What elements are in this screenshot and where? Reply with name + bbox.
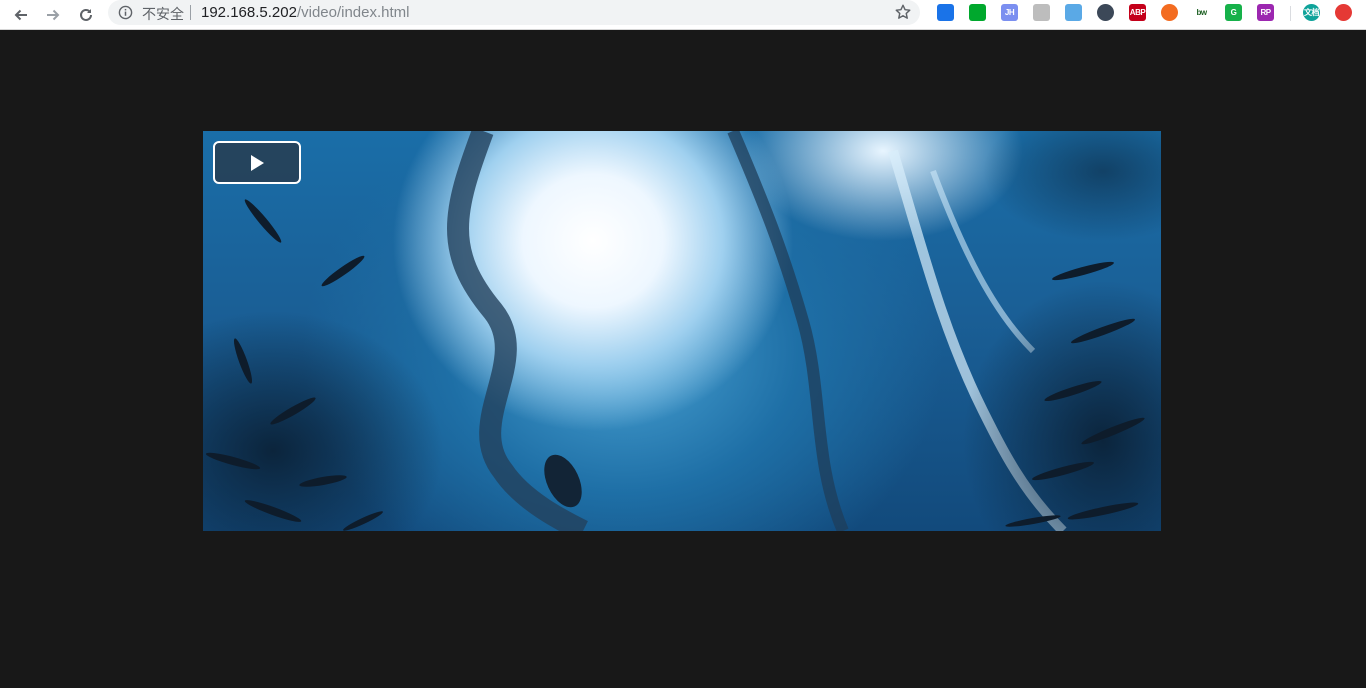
bookmark-star-icon[interactable] bbox=[894, 3, 912, 21]
browser-toolbar: 不安全 192.168.5.202/video/index.html JH ABP… bbox=[0, 0, 1366, 30]
arrow-right-icon bbox=[47, 9, 60, 21]
extension-icon-9[interactable]: bw bbox=[1193, 4, 1210, 21]
play-icon bbox=[251, 154, 264, 171]
extension-icon-6[interactable] bbox=[1097, 4, 1114, 21]
extensions-divider bbox=[1290, 6, 1291, 21]
extension-icon-3[interactable]: JH bbox=[1001, 4, 1018, 21]
info-icon[interactable] bbox=[118, 5, 133, 20]
play-button[interactable] bbox=[213, 141, 301, 184]
extension-icon-13[interactable] bbox=[1335, 4, 1352, 21]
url-path: /video/index.html bbox=[296, 4, 410, 21]
back-button[interactable] bbox=[9, 3, 33, 27]
security-status-label: 不安全 bbox=[142, 7, 184, 23]
extension-icon-5[interactable] bbox=[1065, 4, 1082, 21]
reload-button[interactable] bbox=[74, 3, 98, 27]
extension-icon-7[interactable]: ABP bbox=[1129, 4, 1146, 21]
extension-icon-10[interactable]: G bbox=[1225, 4, 1242, 21]
extension-icon-1[interactable] bbox=[937, 4, 954, 21]
address-bar[interactable]: 不安全 192.168.5.202/video/index.html bbox=[108, 0, 920, 25]
video-frame bbox=[203, 131, 1161, 531]
reload-icon bbox=[80, 8, 92, 21]
extension-icon-2[interactable] bbox=[969, 4, 986, 21]
forward-button[interactable] bbox=[41, 3, 65, 27]
url-text[interactable]: 192.168.5.202/video/index.html bbox=[201, 4, 410, 21]
video-player[interactable] bbox=[203, 131, 1161, 531]
extension-icon-11[interactable]: RP bbox=[1257, 4, 1274, 21]
extension-icon-8[interactable] bbox=[1161, 4, 1178, 21]
extension-icon-4[interactable] bbox=[1033, 4, 1050, 21]
url-host: 192.168.5.202 bbox=[201, 4, 297, 21]
arrow-left-icon bbox=[14, 9, 27, 21]
extension-icon-12[interactable]: 文档 bbox=[1303, 4, 1320, 21]
address-separator bbox=[190, 5, 191, 20]
